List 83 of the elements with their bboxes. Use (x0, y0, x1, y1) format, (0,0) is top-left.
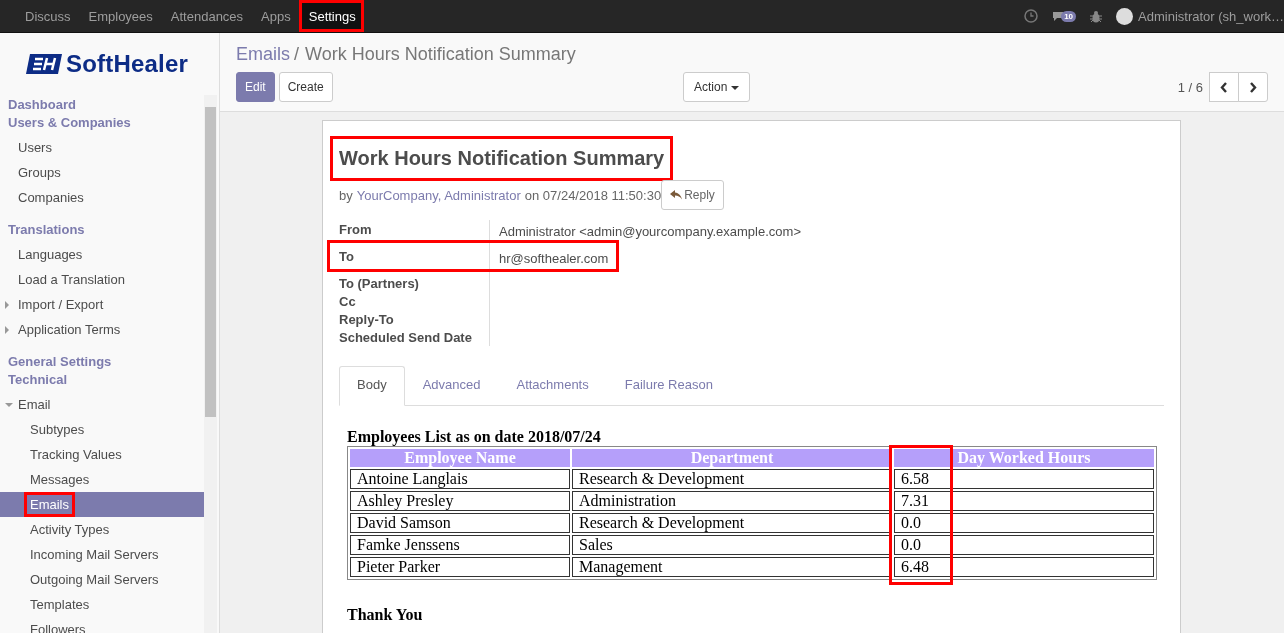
sidebar-item[interactable]: Dashboard (0, 95, 204, 113)
sidebar-item[interactable]: Translations (0, 220, 204, 238)
tab[interactable]: Body (339, 366, 405, 406)
field-value: hr@softhealer.com (499, 251, 609, 266)
tab[interactable]: Attachments (498, 366, 607, 406)
top-menu-item[interactable]: Settings (298, 0, 364, 32)
table-cell: 7.31 (894, 491, 1154, 511)
top-menu-item[interactable]: Apps (251, 0, 299, 32)
email-subject: Work Hours Notification Summary (333, 139, 671, 178)
field-label: Reply-To (339, 311, 395, 328)
field-label: From (339, 221, 373, 239)
table-cell: Research & Development (572, 469, 892, 489)
field-label: To (Partners) (339, 275, 420, 292)
message-count-badge: 10 (1061, 10, 1077, 22)
top-menu-item[interactable]: Attendances (160, 0, 252, 32)
tab[interactable]: Failure Reason (606, 366, 731, 406)
column-header: Employee Name (350, 449, 570, 467)
table-cell: 6.48 (894, 557, 1154, 577)
top-menu-item[interactable]: Employees (78, 0, 161, 32)
sidebar-item[interactable]: General Settings (0, 352, 204, 370)
byline-prefix: by (339, 187, 353, 203)
sidebar-item[interactable]: Load a Translation (0, 267, 204, 292)
sidebar-item[interactable]: Emails (0, 492, 204, 517)
table-cell: Management (572, 557, 892, 577)
sidebar-item[interactable]: Users & Companies (0, 113, 204, 131)
table-cell: Administration (572, 491, 892, 511)
table-cell: 0.0 (894, 535, 1154, 555)
table-cell: Sales (572, 535, 892, 555)
bug-icon[interactable] (1090, 9, 1103, 23)
logo-mark-icon (26, 54, 62, 74)
chat-icon[interactable] (1052, 10, 1065, 22)
clock-icon[interactable] (1024, 9, 1039, 23)
top-menu-item[interactable]: Discuss (15, 0, 79, 32)
next-button[interactable] (1238, 72, 1268, 102)
sidebar-item[interactable]: Tracking Values (0, 442, 204, 467)
logo-text: SoftHealer (66, 50, 189, 78)
reply-button[interactable]: Reply (661, 180, 724, 210)
closing-text: Thank You (347, 606, 424, 624)
tab[interactable]: Advanced (404, 366, 499, 406)
sidebar-item[interactable]: Import / Export (0, 292, 204, 317)
chevron-right-icon (1249, 81, 1257, 93)
sidebar-item[interactable]: Activity Types (0, 517, 204, 542)
sidebar-item[interactable]: Messages (0, 467, 204, 492)
table-cell: Pieter Parker (350, 557, 570, 577)
user-avatar[interactable] (1116, 7, 1134, 25)
sidebar-item[interactable]: Incoming Mail Servers (0, 542, 204, 567)
author-link[interactable]: YourCompany, Administrator (356, 187, 521, 203)
table-cell: Antoine Langlais (350, 469, 570, 489)
sidebar-item[interactable]: Users (0, 135, 204, 160)
sidebar-item[interactable]: Application Terms (0, 317, 204, 342)
table-cell: 0.0 (894, 513, 1154, 533)
pager-counter: 1 / 6 (1177, 79, 1203, 95)
field-label: Cc (339, 293, 357, 310)
table-cell: Famke Jenssens (350, 535, 570, 555)
column-header: Department (572, 449, 892, 467)
previous-button[interactable] (1209, 72, 1239, 102)
chevron-left-icon (1220, 81, 1228, 93)
field-label: To (339, 248, 355, 266)
table-cell: Ashley Presley (350, 491, 570, 511)
table-cell: Research & Development (572, 513, 892, 533)
user-menu[interactable]: Administrator (sh_work… (1138, 8, 1284, 24)
breadcrumb-link[interactable]: Emails (236, 43, 290, 65)
sidebar-item[interactable]: Subtypes (0, 417, 204, 442)
sidebar-item[interactable]: Outgoing Mail Servers (0, 567, 204, 592)
table-cell: David Samson (350, 513, 570, 533)
sidebar-item[interactable]: Email (0, 392, 204, 417)
sidebar-item[interactable]: Companies (0, 185, 204, 210)
reply-icon (670, 190, 683, 200)
sidebar-item[interactable]: Templates (0, 592, 204, 617)
breadcrumb-separator: / (294, 43, 300, 65)
table-cell: 6.58 (894, 469, 1154, 489)
field-label: Scheduled Send Date (339, 329, 473, 346)
field-value: Administrator <admin@yourcompany.example.com> (499, 224, 801, 239)
table-heading: Employees List as on date 2018/07/24 (347, 428, 602, 446)
sent-date: on 07/24/2018 11:50:30 (524, 187, 662, 203)
scrollbar[interactable] (204, 95, 217, 633)
action-dropdown[interactable]: Action (683, 72, 750, 102)
edit-button[interactable]: Edit (236, 72, 275, 102)
sidebar-item[interactable]: Technical (0, 370, 204, 388)
breadcrumb-current: Work Hours Notification Summary (305, 43, 576, 65)
create-button[interactable]: Create (278, 72, 333, 102)
sidebar-item[interactable]: Groups (0, 160, 204, 185)
sidebar-item[interactable]: Languages (0, 242, 204, 267)
